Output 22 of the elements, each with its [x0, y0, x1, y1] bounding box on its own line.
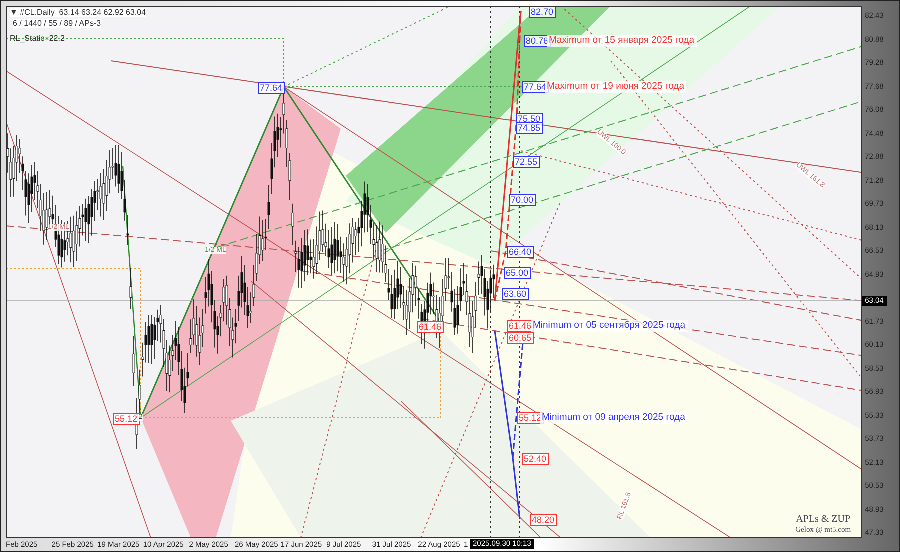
price-tag: 72.55 [513, 156, 540, 168]
price-tag: 65.00 [504, 267, 531, 279]
price-tag: 52.40 [522, 453, 549, 465]
price-tag: 82.70 [529, 7, 556, 18]
extremum-note: Minimum от 09 апреля 2025 года [540, 412, 688, 424]
price-tag: 48.20 [530, 514, 557, 526]
price-tag: 63.60 [502, 288, 529, 300]
extremum-note: Maximum от 15 января 2025 года [547, 35, 697, 47]
chart-symbol-quote: #CL.Daily 63.14 63.24 62.92 63.04 [20, 8, 146, 17]
collapse-glyph[interactable]: ▼ [10, 8, 18, 17]
price-tag: 70.00 [509, 194, 536, 206]
price-tag: 77.64 [258, 82, 285, 94]
extremum-note: Maximum от 19 июня 2025 года [545, 81, 686, 93]
price-tag: 66.40 [507, 246, 534, 258]
price-tag: 61.46 [417, 321, 444, 333]
price-tag: 55.12 [113, 413, 140, 425]
price-tag: 60.65 [507, 332, 534, 344]
static-level-label: RL_Static=22.2 [10, 34, 65, 43]
indicator-params: 6 / 1440 / 55 / 89 / APs-3 [13, 19, 102, 28]
price-tag: 74.85 [516, 122, 543, 134]
extremum-note: Minimum от 05 сентября 2025 года [531, 320, 688, 332]
signature-title: APLs & ZUP [796, 514, 851, 525]
